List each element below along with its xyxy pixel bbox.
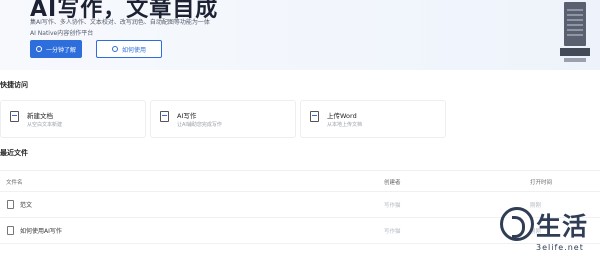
- watermark-logo-icon: [500, 207, 534, 241]
- new-document-icon: [10, 111, 19, 122]
- file-creator: 写作猫: [384, 229, 401, 235]
- how-to-use-button[interactable]: 如何使用: [96, 40, 162, 58]
- card-title: 上传Word: [327, 112, 357, 120]
- play-icon: [35, 46, 42, 52]
- site-watermark: 生活 3elife.net: [496, 207, 600, 256]
- file-icon: [7, 226, 14, 235]
- card-title: 新建文档: [27, 112, 53, 120]
- one-minute-intro-label: 一分钟了解: [45, 46, 76, 54]
- file-name: 如何使用AI写作: [20, 228, 62, 235]
- card-description: 从本地上传文档: [327, 122, 363, 128]
- ai-writing-icon: [160, 111, 169, 122]
- file-icon: [7, 200, 14, 209]
- recent-files-title: 最近文件: [0, 149, 28, 157]
- card-description: 从空白文本新建: [27, 122, 63, 128]
- card-title: AI写作: [177, 112, 197, 120]
- hero-subtitle: 集AI写作、多人协作、文本校对、改写润色、自动配图等功能为一体: [30, 19, 210, 26]
- watermark-text: 生活: [536, 212, 589, 241]
- ai-writing-card[interactable]: AI写作 让AI辅助您完成写作: [150, 100, 296, 138]
- help-icon: [111, 46, 118, 52]
- file-creator: 写作猫: [384, 203, 401, 209]
- hero-banner: AI写作，文章自成 集AI写作、多人协作、文本校对、改写润色、自动配图等功能为一…: [0, 0, 600, 70]
- hero-tagline: AI Native内容创作平台: [30, 30, 94, 37]
- quick-access-title: 快捷访问: [0, 81, 28, 89]
- column-header-name: 文件名: [6, 180, 23, 186]
- one-minute-intro-button[interactable]: 一分钟了解: [30, 40, 82, 58]
- file-name: 范文: [20, 202, 33, 209]
- new-document-card[interactable]: 新建文档 从空白文本新建: [0, 100, 146, 138]
- column-header-time: 打开时间: [530, 180, 553, 186]
- table-header: 文件名 创建者 打开时间: [0, 170, 600, 192]
- watermark-url: 3elife.net: [536, 243, 584, 252]
- device-illustration: [560, 0, 590, 66]
- column-header-creator: 创建者: [384, 180, 401, 186]
- upload-document-icon: [310, 111, 319, 122]
- upload-word-card[interactable]: 上传Word 从本地上传文档: [300, 100, 446, 138]
- card-description: 让AI辅助您完成写作: [177, 122, 222, 128]
- how-to-use-label: 如何使用: [121, 46, 146, 54]
